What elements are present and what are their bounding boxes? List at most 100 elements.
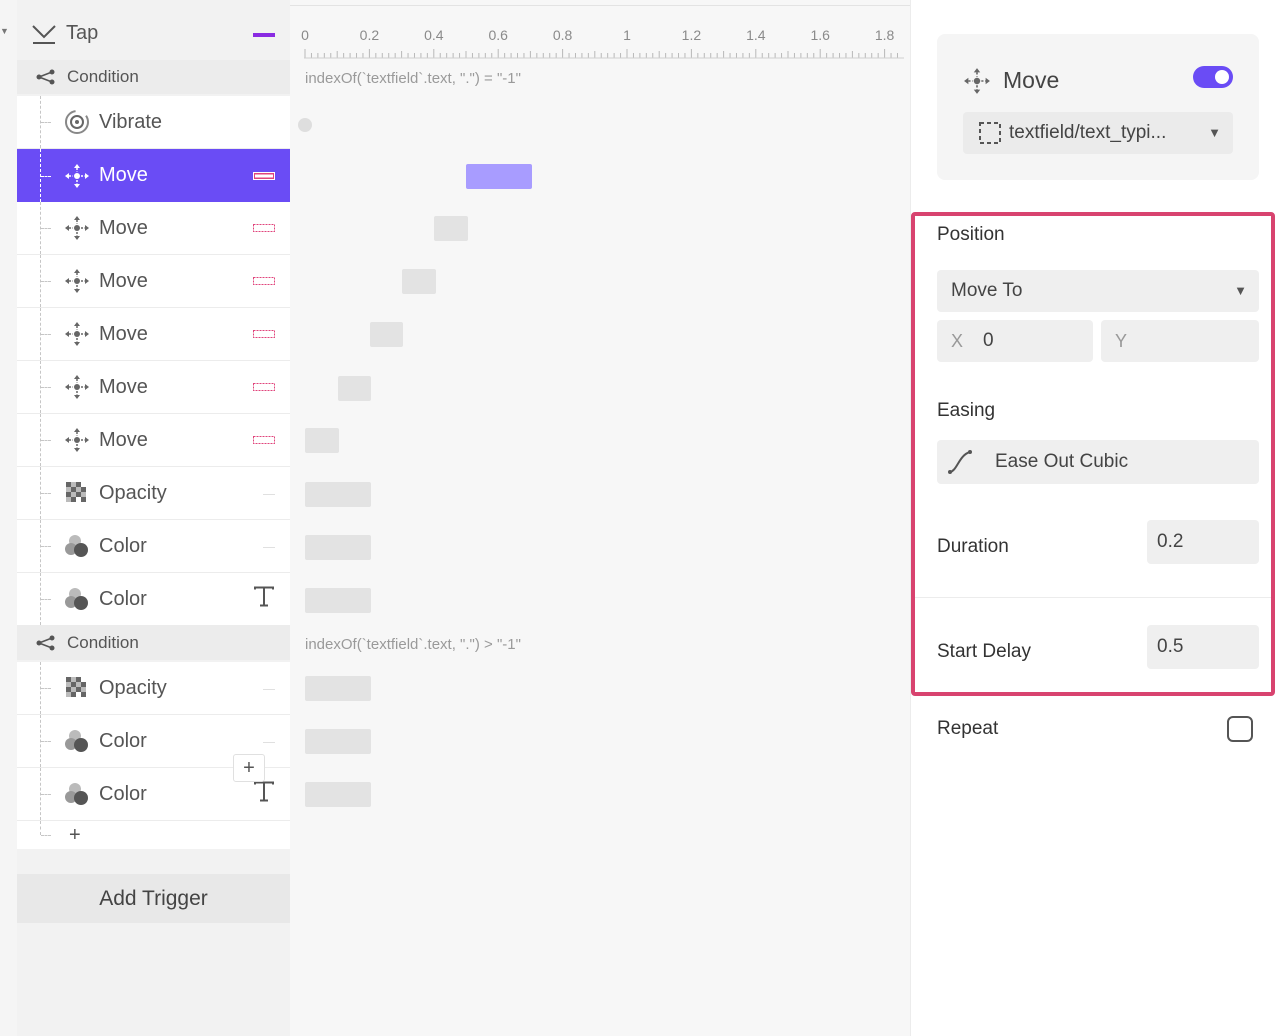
action-row-move[interactable]: Move	[17, 255, 290, 308]
duration-input[interactable]: 0.2	[1147, 520, 1259, 564]
condition-label: Condition	[67, 67, 139, 86]
action-row-opacity[interactable]: Opacity	[17, 662, 290, 715]
add-action-plus-icon: +	[69, 823, 81, 846]
vibrate-icon	[63, 108, 91, 136]
timing-mark	[263, 732, 275, 750]
condition-row-1[interactable]: Condition	[17, 60, 290, 94]
timing-mark	[263, 537, 275, 555]
text-target-icon	[253, 781, 275, 808]
action-title: Move	[1003, 67, 1060, 93]
timeline-bar-move[interactable]	[338, 376, 371, 401]
timeline-bar-opacity[interactable]	[305, 676, 371, 701]
timeline-tick-label: 1	[623, 27, 631, 43]
action-row-move[interactable]: Move	[17, 308, 290, 361]
timeline-tick-label: 0.8	[552, 27, 573, 43]
action-label: Move	[99, 216, 148, 239]
tree-connector	[41, 281, 51, 282]
tree-connector	[41, 493, 51, 494]
tree-connector	[41, 387, 51, 388]
tree-connector	[41, 741, 51, 742]
timeline-bar-color[interactable]	[305, 535, 371, 560]
start-delay-label: Start Delay	[937, 641, 1031, 662]
easing-curve-icon	[947, 449, 973, 475]
action-label: Color	[99, 534, 147, 557]
action-row-move[interactable]: Move	[17, 414, 290, 467]
timeline-tick-label: 0.6	[488, 27, 508, 43]
tree-connector	[40, 821, 41, 835]
add-action-row[interactable]: +	[17, 821, 290, 849]
action-header-card: Move textfield/text_typi... ▼	[937, 34, 1259, 180]
move-icon	[63, 267, 91, 295]
timeline-tick-label: 0	[301, 27, 309, 43]
timing-mark	[263, 679, 275, 697]
position-mode-select[interactable]: Move To ▼	[937, 270, 1259, 312]
action-label: Color	[99, 729, 147, 752]
trigger-label: Tap	[66, 22, 99, 44]
condition-row-2[interactable]: Condition	[17, 626, 290, 660]
condition-branch-icon	[35, 632, 57, 654]
move-icon	[63, 426, 91, 454]
timing-mark	[253, 219, 275, 237]
action-label: Move	[99, 164, 148, 186]
action-enabled-toggle[interactable]	[1193, 66, 1233, 88]
action-label: Color	[99, 782, 147, 805]
timing-mark	[263, 484, 275, 502]
timing-mark	[253, 325, 275, 343]
easing-label: Easing	[937, 400, 996, 421]
trigger-row-tap[interactable]: Tap	[17, 7, 290, 60]
action-row-vibrate[interactable]: Vibrate	[17, 96, 290, 149]
timeline-bar-move[interactable]	[402, 269, 436, 294]
condition-expression: indexOf(`textfield`.text, ".") > "-1"	[305, 636, 521, 653]
action-label: Move	[99, 428, 148, 451]
vibrate-keyframe-dot[interactable]	[298, 118, 312, 132]
action-row-color[interactable]: Color	[17, 520, 290, 573]
timeline-tick-label: 1.8	[874, 27, 895, 43]
action-row-color[interactable]: Color	[17, 573, 290, 626]
timeline-bar-color[interactable]	[305, 782, 371, 807]
timeline-tick-label: 1.6	[810, 27, 830, 43]
move-icon	[63, 162, 91, 190]
timeline-tick-label: 1.2	[681, 27, 702, 43]
action-label: Opacity	[99, 676, 167, 699]
y-input[interactable]: Y	[1101, 320, 1259, 362]
highlighted-settings-region: Position Move To ▼ X 0 Y Easing Ease Out…	[911, 212, 1275, 696]
timeline-bar-move-selected[interactable]	[466, 164, 532, 189]
target-layer-select[interactable]: textfield/text_typi... ▼	[963, 112, 1233, 154]
timeline-panel[interactable]: 0 0.2 0.4 0.6 0.8 1 1.2 1.4 1.6 1.8 indexOf(`text…	[290, 0, 1280, 1036]
action-label: Move	[99, 375, 148, 398]
timeline-ruler[interactable]	[304, 49, 904, 59]
move-icon	[63, 214, 91, 242]
repeat-label: Repeat	[937, 718, 999, 739]
timeline-bar-move[interactable]	[305, 428, 339, 453]
tree-connector	[41, 688, 51, 689]
move-icon	[963, 67, 991, 100]
x-input[interactable]: X 0	[937, 320, 1093, 362]
timeline-bar-opacity[interactable]	[305, 482, 371, 507]
color-icon	[63, 532, 91, 560]
tap-icon	[30, 20, 58, 48]
toggle-knob	[1215, 70, 1229, 84]
tree-connector	[41, 440, 51, 441]
action-label: Vibrate	[99, 110, 163, 133]
timeline-bar-move[interactable]	[434, 216, 468, 241]
action-row-move-selected[interactable]: Move	[17, 149, 290, 202]
timeline-bar-color[interactable]	[305, 729, 371, 754]
repeat-checkbox[interactable]	[1227, 716, 1253, 742]
tree-connector	[41, 175, 51, 177]
action-row-move[interactable]: Move	[17, 202, 290, 255]
easing-select[interactable]: Ease Out Cubic	[937, 440, 1259, 484]
tree-connector	[41, 546, 51, 547]
timeline-bar-move[interactable]	[370, 322, 403, 347]
action-row-opacity[interactable]: Opacity	[17, 467, 290, 520]
start-delay-input[interactable]: 0.5	[1147, 625, 1259, 669]
x-field-label: X	[951, 330, 964, 351]
collapse-arrow-icon[interactable]: ▼	[0, 26, 9, 36]
chevron-down-icon: ▼	[1234, 283, 1247, 298]
timeline-bar-color[interactable]	[305, 588, 371, 613]
opacity-icon	[63, 479, 91, 507]
action-row-move[interactable]: Move	[17, 361, 290, 414]
insert-action-button[interactable]: +	[233, 754, 265, 782]
opacity-icon	[63, 674, 91, 702]
add-trigger-button[interactable]: Add Trigger	[17, 874, 290, 923]
y-field-label: Y	[1115, 330, 1128, 351]
